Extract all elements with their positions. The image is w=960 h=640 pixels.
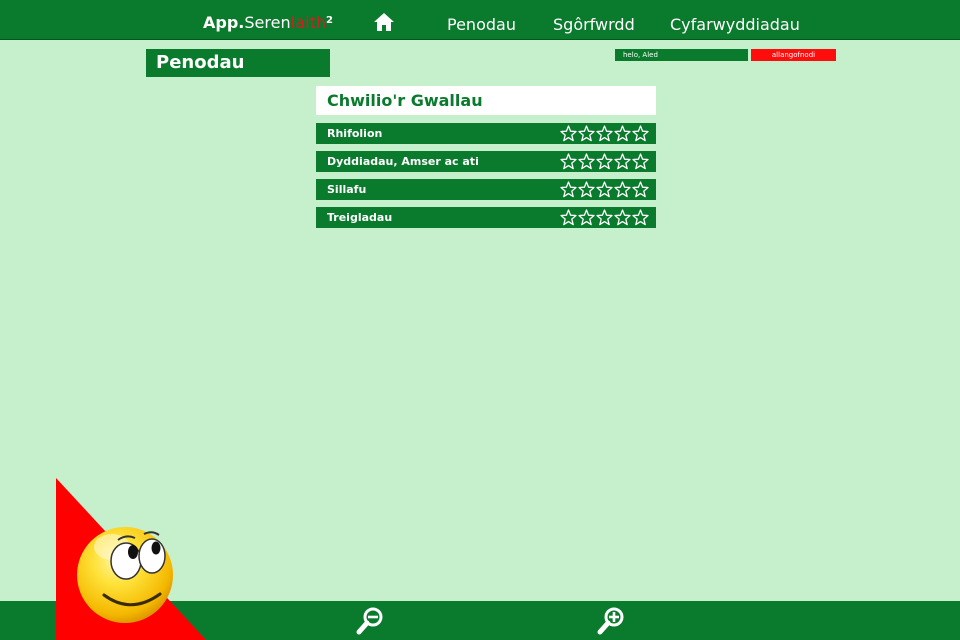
- chapter-row[interactable]: Rhifolion: [316, 123, 656, 144]
- top-nav-bar: App.SerenIaith2 Penodau Sgôrfwrdd Cyfarw…: [0, 0, 960, 40]
- star-rating: [560, 209, 649, 226]
- app-logo[interactable]: App.SerenIaith2: [203, 13, 333, 36]
- home-icon[interactable]: [373, 12, 395, 32]
- nav-penodau[interactable]: Penodau: [447, 15, 516, 35]
- user-greeting: helo, Aled: [615, 49, 748, 61]
- star-outline-icon: [632, 125, 649, 142]
- chapter-row[interactable]: Treigladau: [316, 207, 656, 228]
- zoom-in-icon[interactable]: [596, 605, 626, 636]
- star-outline-icon: [632, 209, 649, 226]
- chapter-row[interactable]: Sillafu: [316, 179, 656, 200]
- logout-button[interactable]: allangofnodi: [751, 49, 836, 61]
- star-outline-icon: [578, 125, 595, 142]
- nav-sgorfwrdd[interactable]: Sgôrfwrdd: [553, 15, 635, 35]
- nav-cyfarwyddiadau[interactable]: Cyfarwyddiadau: [670, 15, 800, 35]
- star-outline-icon: [560, 209, 577, 226]
- star-outline-icon: [596, 125, 613, 142]
- star-outline-icon: [560, 125, 577, 142]
- brand-superscript: 2: [325, 15, 333, 26]
- star-rating: [560, 153, 649, 170]
- star-outline-icon: [596, 209, 613, 226]
- brand-iaith: Iaith: [290, 13, 326, 32]
- chapter-label: Rhifolion: [327, 127, 383, 140]
- chapter-row[interactable]: Dyddiadau, Amser ac ati: [316, 151, 656, 172]
- panel-title: Chwilio'r Gwallau: [316, 86, 656, 115]
- star-outline-icon: [632, 181, 649, 198]
- zoom-out-icon[interactable]: [355, 605, 385, 636]
- chapter-label: Treigladau: [327, 211, 393, 224]
- star-rating: [560, 181, 649, 198]
- smiley-mascot-icon: [56, 478, 206, 640]
- star-outline-icon: [578, 181, 595, 198]
- star-outline-icon: [578, 153, 595, 170]
- chapter-label: Dyddiadau, Amser ac ati: [327, 155, 479, 168]
- brand-app: App.: [203, 13, 245, 32]
- page-title: Penodau: [146, 49, 330, 77]
- star-outline-icon: [596, 181, 613, 198]
- star-rating: [560, 125, 649, 142]
- star-outline-icon: [578, 209, 595, 226]
- star-outline-icon: [614, 181, 631, 198]
- chapter-label: Sillafu: [327, 183, 367, 196]
- star-outline-icon: [596, 153, 613, 170]
- chapters-panel: Chwilio'r Gwallau Rhifolion Dyddiadau, Am…: [316, 86, 656, 228]
- star-outline-icon: [560, 181, 577, 198]
- brand-seren: Seren: [244, 13, 291, 32]
- star-outline-icon: [614, 125, 631, 142]
- chapter-list: Rhifolion Dyddiadau, Amser ac ati Sillafu T…: [316, 123, 656, 228]
- star-outline-icon: [560, 153, 577, 170]
- star-outline-icon: [614, 153, 631, 170]
- star-outline-icon: [632, 153, 649, 170]
- star-outline-icon: [614, 209, 631, 226]
